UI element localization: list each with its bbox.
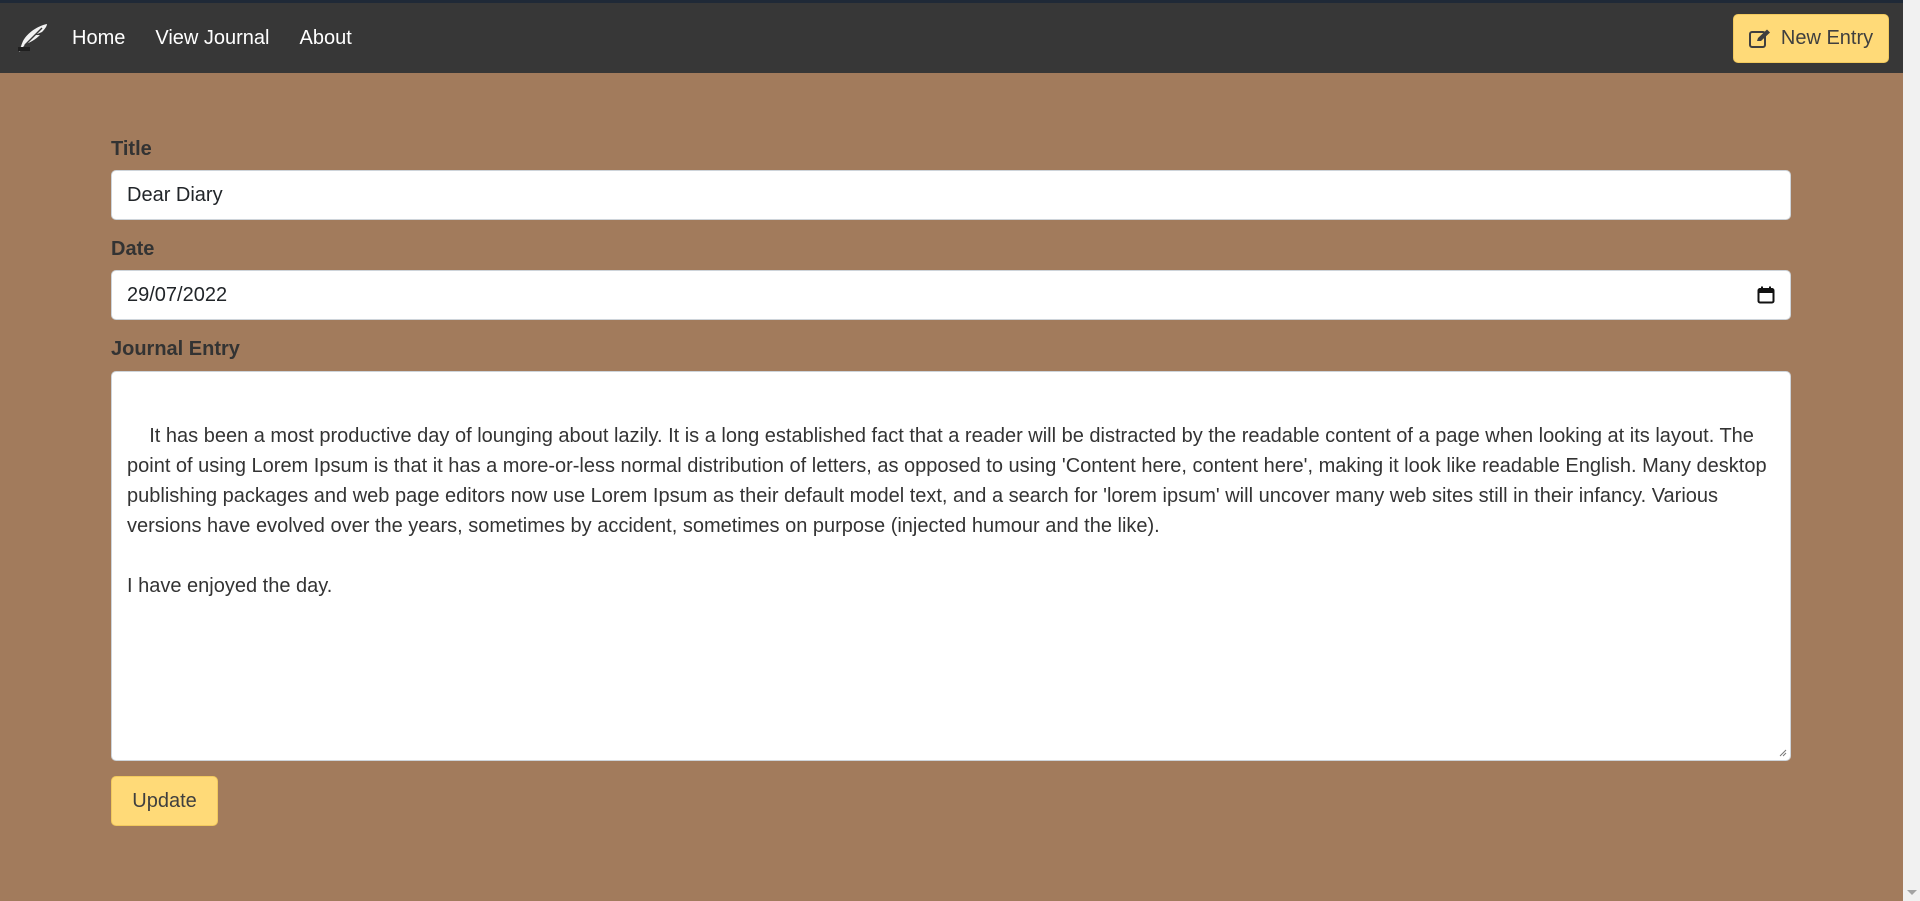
title-value: Dear Diary <box>127 183 223 206</box>
resize-handle-icon[interactable] <box>1777 747 1787 757</box>
journal-form: Title Dear Diary Date 29/07/2022 Journal… <box>111 73 1791 826</box>
scroll-down-icon[interactable] <box>1907 890 1917 895</box>
nav-links: Home View Journal About <box>72 27 382 50</box>
journal-entry-text: It has been a most productive day of lou… <box>127 425 1767 597</box>
journal-entry-label: Journal Entry <box>111 338 240 360</box>
edit-icon <box>1748 29 1770 48</box>
title-input[interactable]: Dear Diary <box>111 170 1791 220</box>
nav-view-journal[interactable]: View Journal <box>155 27 269 50</box>
new-entry-button[interactable]: New Entry <box>1733 14 1889 63</box>
new-entry-label: New Entry <box>1780 27 1874 49</box>
feather-icon[interactable] <box>14 19 52 57</box>
title-label: Title <box>111 138 152 160</box>
date-input[interactable]: 29/07/2022 <box>111 270 1791 320</box>
navbar: Home View Journal About New Entry <box>0 3 1903 73</box>
update-button[interactable]: Update <box>111 776 218 826</box>
nav-home[interactable]: Home <box>72 27 125 50</box>
date-label: Date <box>111 238 155 260</box>
vertical-scrollbar[interactable] <box>1903 0 1920 901</box>
date-value: 29/07/2022 <box>127 283 228 306</box>
calendar-icon[interactable] <box>1757 286 1775 304</box>
journal-entry-textarea[interactable]: It has been a most productive day of lou… <box>111 371 1791 761</box>
nav-about[interactable]: About <box>300 27 352 50</box>
